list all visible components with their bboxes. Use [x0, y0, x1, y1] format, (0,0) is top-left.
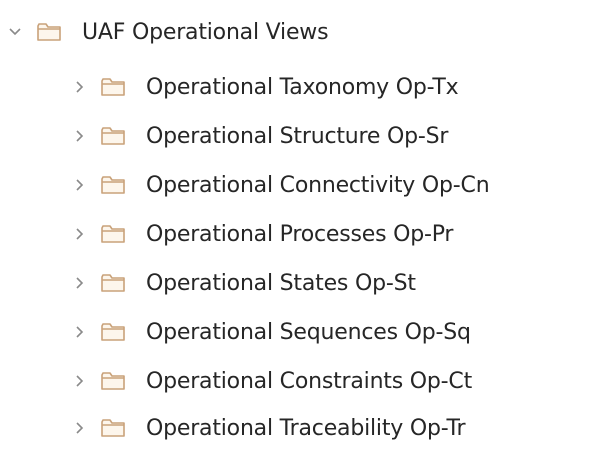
tree-node-label: Operational Processes Op-Pr [146, 221, 454, 247]
chevron-right-icon[interactable] [68, 210, 90, 258]
folder-icon [100, 369, 126, 393]
chevron-right-icon[interactable] [68, 161, 90, 209]
chevron-right-icon[interactable] [68, 404, 90, 452]
folder-icon [100, 75, 126, 99]
package-tree: UAF Operational Views Operational Taxono… [0, 0, 599, 452]
tree-node-operational-processes[interactable]: Operational Processes Op-Pr [68, 210, 453, 258]
chevron-right-icon[interactable] [68, 63, 90, 111]
tree-node-operational-structure[interactable]: Operational Structure Op-Sr [68, 112, 448, 160]
tree-node-label: Operational Structure Op-Sr [146, 123, 449, 149]
folder-icon [36, 20, 62, 44]
chevron-right-icon[interactable] [68, 308, 90, 356]
tree-node-label: Operational Taxonomy Op-Tx [146, 74, 459, 100]
chevron-down-icon[interactable] [4, 8, 26, 56]
tree-node-label: Operational Connectivity Op-Cn [146, 172, 490, 198]
tree-node-operational-sequences[interactable]: Operational Sequences Op-Sq [68, 308, 471, 356]
tree-node-label: Operational Constraints Op-Ct [146, 368, 472, 394]
folder-icon [100, 271, 126, 295]
tree-node-uaf-operational-views[interactable]: UAF Operational Views [4, 8, 329, 56]
folder-icon [100, 416, 126, 440]
folder-icon [100, 173, 126, 197]
tree-node-label: UAF Operational Views [82, 19, 329, 45]
tree-node-label: Operational Sequences Op-Sq [146, 319, 471, 345]
tree-node-operational-connectivity[interactable]: Operational Connectivity Op-Cn [68, 161, 490, 209]
tree-node-operational-taxonomy[interactable]: Operational Taxonomy Op-Tx [68, 63, 459, 111]
tree-node-operational-constraints[interactable]: Operational Constraints Op-Ct [68, 357, 472, 405]
folder-icon [100, 222, 126, 246]
chevron-right-icon[interactable] [68, 357, 90, 405]
chevron-right-icon[interactable] [68, 259, 90, 307]
tree-node-operational-traceability[interactable]: Operational Traceability Op-Tr [68, 404, 466, 452]
folder-icon [100, 124, 126, 148]
tree-node-operational-states[interactable]: Operational States Op-St [68, 259, 416, 307]
tree-node-label: Operational Traceability Op-Tr [146, 415, 466, 441]
chevron-right-icon[interactable] [68, 112, 90, 160]
tree-node-label: Operational States Op-St [146, 270, 416, 296]
folder-icon [100, 320, 126, 344]
